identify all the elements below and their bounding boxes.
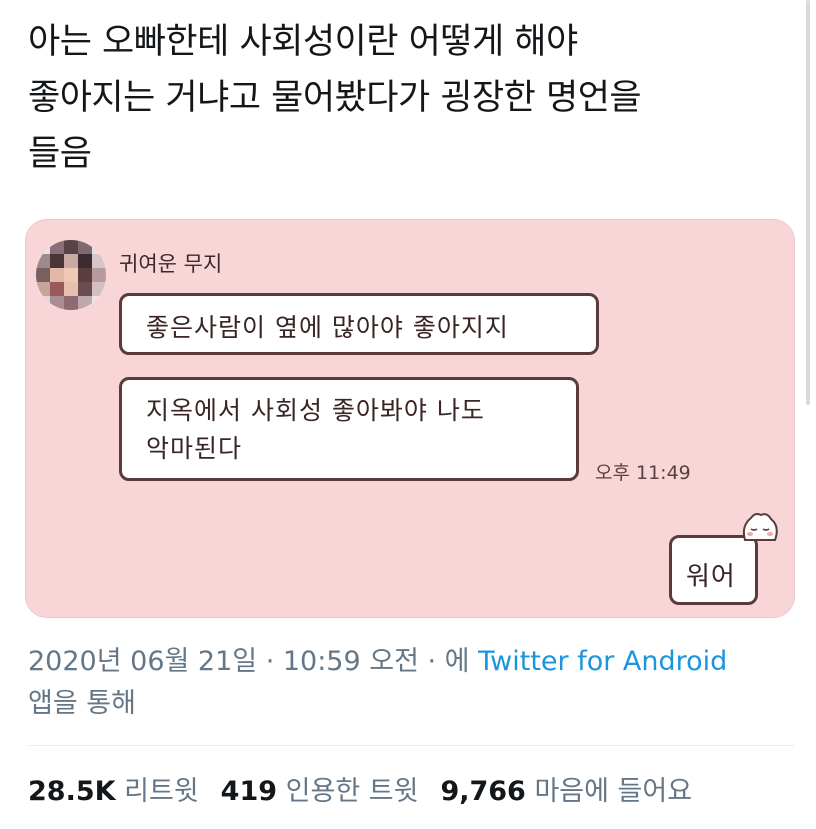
tweet-text-line: 들음 <box>28 134 92 174</box>
chat-message-line: 지옥에서 사회성 좋아봐야 나도 <box>146 396 485 425</box>
quotes-stat[interactable]: 419 인용한 트윗 <box>221 776 419 807</box>
tweet-text-line: 아는 오빠한테 사회성이란 어떻게 해야 <box>28 22 578 62</box>
chat-bubble: 지옥에서 사회성 좋아봐야 나도 악마된다 <box>119 377 579 481</box>
scrollbar[interactable] <box>806 0 810 405</box>
tweet-meta: 2020년 06월 21일 · 10:59 오전 · 에 Twitter for… <box>28 641 798 725</box>
chat-screenshot-image[interactable]: 귀여운 무지 좋은사람이 옆에 많아야 좋아지지 지옥에서 사회성 좋아봐야 나… <box>25 219 795 618</box>
sender-name: 귀여운 무지 <box>119 252 223 276</box>
chat-timestamp: 오후 11:49 <box>595 462 691 484</box>
retweets-count: 28.5K <box>28 776 116 807</box>
quotes-label: 인용한 트윗 <box>285 776 419 807</box>
likes-label: 마음에 들어요 <box>534 776 693 807</box>
likes-stat[interactable]: 9,766 마음에 들어요 <box>440 776 692 807</box>
retweets-label: 리트윗 <box>124 776 199 807</box>
client-suffix: 앱을 통해 <box>28 688 136 719</box>
quotes-count: 419 <box>220 776 278 807</box>
likes-count: 9,766 <box>440 776 526 807</box>
tweet-text: 아는 오빠한테 사회성이란 어떻게 해야 좋아지는 거냐고 물어봤다가 굉장한 … <box>28 14 798 182</box>
tweet-text-line: 좋아지는 거냐고 물어봤다가 굉장한 명언을 <box>28 78 642 118</box>
tweet-stats: 28.5K 리트윗 419 인용한 트윗 9,766 마음에 들어요 <box>28 769 692 808</box>
reply-message: 워어 <box>686 562 736 592</box>
avatar <box>36 240 106 310</box>
muji-character-icon <box>742 513 778 541</box>
divider <box>28 745 794 746</box>
retweets-stat[interactable]: 28.5K 리트윗 <box>28 776 199 807</box>
chat-message-line: 악마된다 <box>146 434 243 463</box>
tweet-datetime[interactable]: 2020년 06월 21일 · 10:59 오전 · 에 <box>28 646 470 677</box>
chat-message: 좋은사람이 옆에 많아야 좋아지지 <box>146 313 509 342</box>
client-link[interactable]: Twitter for Android <box>478 646 727 677</box>
chat-bubble: 좋은사람이 옆에 많아야 좋아지지 <box>119 293 599 355</box>
